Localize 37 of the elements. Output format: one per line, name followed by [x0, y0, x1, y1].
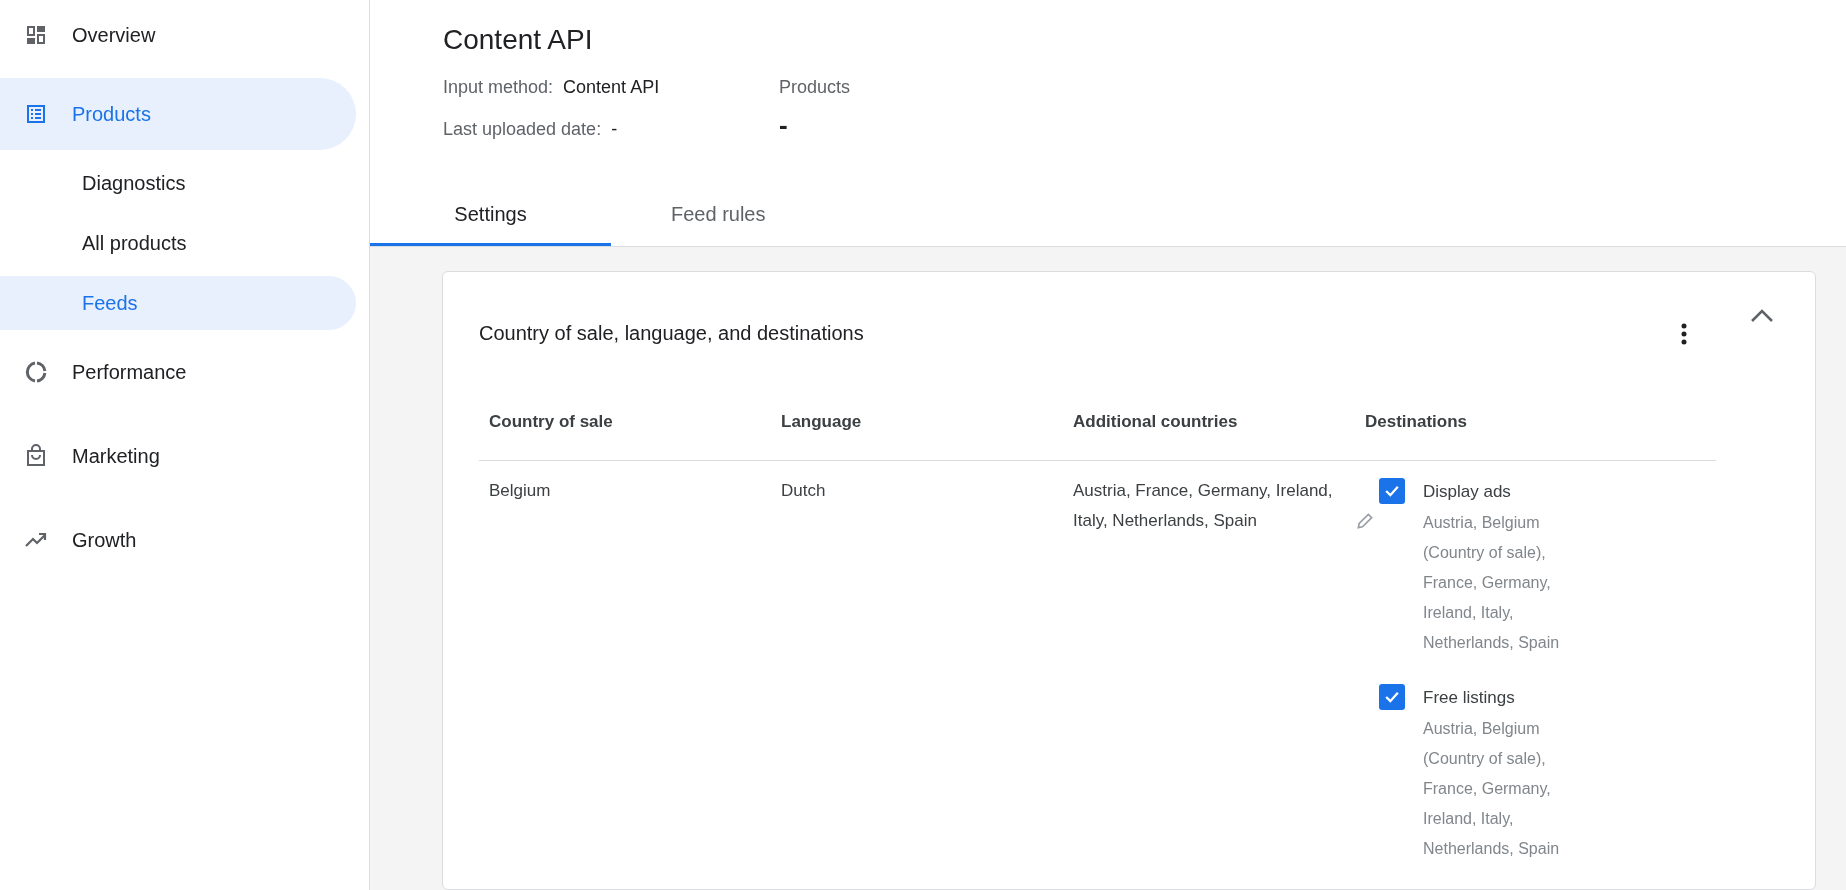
- field-label: Last uploaded date:: [443, 119, 602, 140]
- column-header: Country of sale: [488, 412, 614, 432]
- column-header: Additional countries: [1072, 412, 1239, 432]
- nav-subitem[interactable]: All products: [0, 216, 356, 270]
- tab[interactable]: Feed rules: [611, 186, 852, 246]
- checkbox[interactable]: [1379, 684, 1405, 710]
- destination-countries: Austria, Belgium (Country of sale), France, Germany, Ireland, Italy, Netherlands, Spain: [1423, 513, 1561, 653]
- bag-icon: [24, 444, 48, 468]
- countries-text: Austria, France, Germany, Ireland, Italy, Netherlands, Spain: [1073, 480, 1334, 532]
- nav-item[interactable]: Performance: [0, 342, 356, 402]
- nav-item[interactable]: Products: [0, 78, 356, 150]
- list-icon: [24, 102, 48, 126]
- field-value: -: [611, 119, 618, 140]
- column-header: Destinations: [1364, 412, 1469, 432]
- table-cell-text: Dutch: [780, 480, 827, 502]
- destination-label: Free listings: [1423, 687, 1516, 709]
- chevron-up-icon[interactable]: [1750, 309, 1774, 323]
- products-label: Products: [779, 77, 851, 98]
- nav-subitem[interactable]: Feeds: [0, 276, 356, 330]
- pencil-icon[interactable]: [1355, 511, 1375, 531]
- dashboard-icon: [24, 23, 48, 47]
- nav-item[interactable]: Overview: [0, 5, 356, 65]
- table-cell-text: Belgium: [488, 480, 552, 502]
- field-value: Content API: [563, 77, 660, 98]
- column-header: Language: [780, 412, 863, 432]
- checkbox[interactable]: [1379, 478, 1405, 504]
- ring-chart-icon: [24, 360, 48, 384]
- destination-countries: Austria, Belgium (Country of sale), France, Germany, Ireland, Italy, Netherlands, Spain: [1423, 719, 1561, 859]
- nav-subitem[interactable]: Diagnostics: [0, 156, 356, 210]
- destination-label: Display ads: [1423, 481, 1512, 503]
- page-title: Content API: [443, 24, 594, 56]
- products-count: -: [779, 112, 789, 138]
- more-menu-icon[interactable]: [1681, 322, 1687, 345]
- card-title: Country of sale, language, and destinations: [479, 322, 865, 345]
- field-label: Input method:: [443, 77, 554, 98]
- nav-item[interactable]: Growth: [0, 510, 356, 570]
- nav-item[interactable]: Marketing: [0, 426, 356, 486]
